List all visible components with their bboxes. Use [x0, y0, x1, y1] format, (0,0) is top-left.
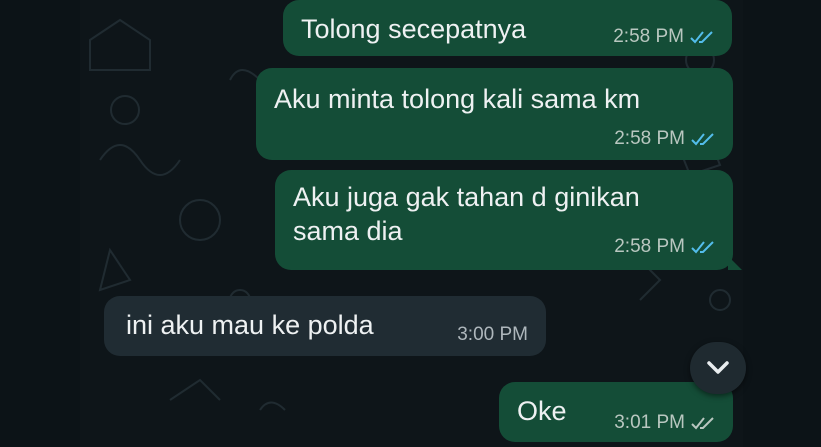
message-time: 2:58 PM	[613, 26, 684, 47]
message-bubble-outgoing[interactable]: Tolong secepatnya 2:58 PM	[283, 0, 732, 56]
message-meta: 2:58 PM	[614, 236, 717, 258]
message-text: Aku minta tolong kali sama km	[274, 84, 641, 114]
message-bubble-outgoing[interactable]: Aku juga gak tahan d ginikan sama dia 2:…	[275, 170, 742, 270]
message-meta: 2:58 PM	[613, 26, 716, 48]
right-margin	[743, 0, 821, 447]
message-text: Aku juga gak tahan d ginikan sama dia	[293, 182, 640, 246]
bubble-tail	[728, 256, 742, 270]
chat-screen: Tolong secepatnya 2:58 PM Aku minta tolo…	[0, 0, 821, 447]
message-meta: 3:00 PM	[457, 324, 528, 346]
message-time: 2:58 PM	[614, 236, 685, 257]
left-margin	[0, 0, 80, 447]
scroll-to-bottom-button[interactable]	[690, 342, 746, 394]
delivered-ticks-icon	[691, 417, 714, 430]
read-ticks-icon	[690, 31, 713, 44]
message-time: 2:58 PM	[614, 128, 685, 149]
read-ticks-icon	[691, 133, 714, 146]
read-ticks-icon	[691, 241, 714, 254]
message-text: ini aku mau ke polda	[126, 310, 374, 340]
message-text: Tolong secepatnya	[301, 14, 527, 44]
message-text: Oke	[517, 396, 567, 426]
message-time: 3:00 PM	[457, 324, 528, 345]
message-bubble-incoming[interactable]: ini aku mau ke polda 3:00 PM	[104, 296, 546, 356]
message-meta: 3:01 PM	[614, 412, 717, 434]
message-bubble-outgoing[interactable]: Oke 3:01 PM	[499, 382, 733, 442]
message-bubble-outgoing[interactable]: Aku minta tolong kali sama km 2:58 PM	[256, 68, 733, 160]
chevron-down-icon	[707, 361, 729, 374]
message-time: 3:01 PM	[614, 412, 685, 433]
message-meta: 2:58 PM	[614, 128, 717, 150]
